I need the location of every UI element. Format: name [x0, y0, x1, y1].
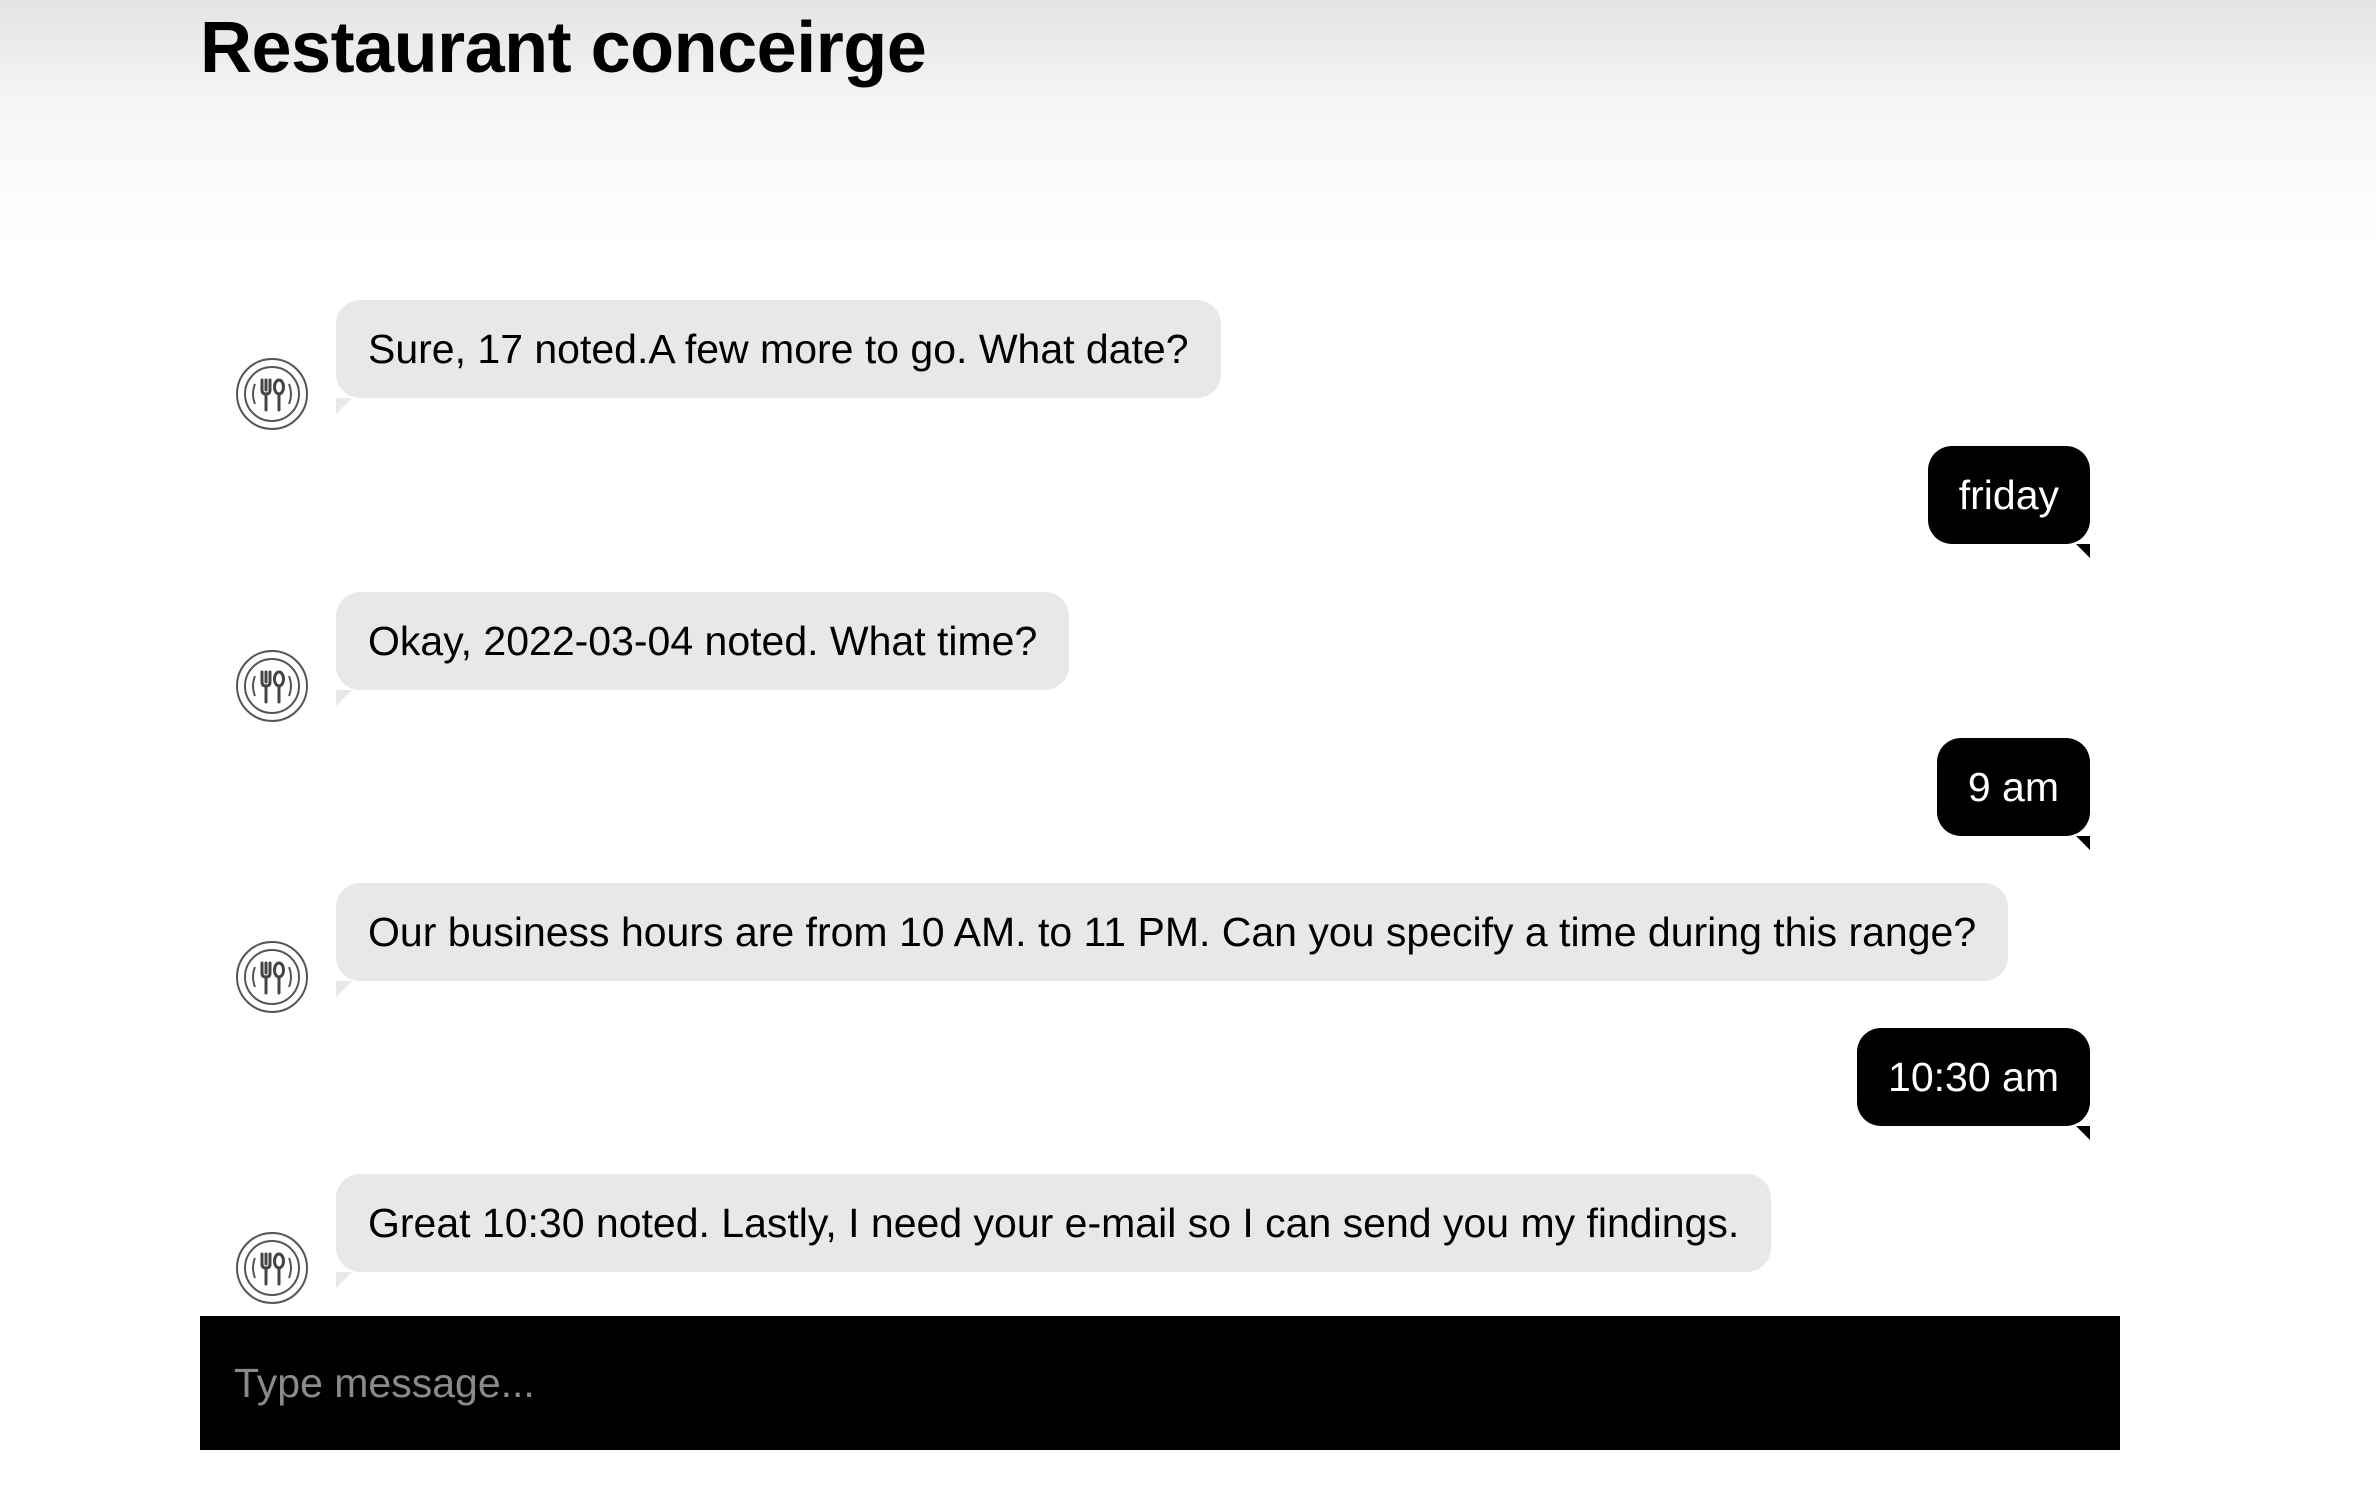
message-input[interactable]	[200, 1316, 2120, 1450]
bot-message-bubble: Great 10:30 noted. Lastly, I need your e…	[336, 1174, 1772, 1288]
user-message: friday	[1927, 446, 2091, 558]
fork-spoon-icon	[244, 366, 300, 422]
restaurant-avatar	[236, 650, 308, 722]
user-message-bubble: 9 am	[1936, 738, 2091, 850]
restaurant-avatar	[236, 941, 308, 1013]
fork-spoon-icon	[244, 1240, 300, 1296]
user-message: 9 am	[1936, 738, 2091, 850]
fork-spoon-icon	[244, 949, 300, 1005]
user-message-bubble: 10:30 am	[1857, 1028, 2090, 1140]
user-message-bubble: friday	[1927, 446, 2091, 558]
restaurant-avatar	[236, 358, 308, 430]
page-title: Restaurant conceirge	[200, 8, 927, 88]
fork-spoon-icon	[244, 658, 300, 714]
bot-message-bubble: Sure, 17 noted.A few more to go. What da…	[336, 300, 1221, 414]
restaurant-avatar	[236, 1232, 308, 1304]
bot-message-bubble: Okay, 2022-03-04 noted. What time?	[336, 592, 1070, 706]
message-composer	[200, 1316, 2120, 1450]
user-message: 10:30 am	[1857, 1028, 2090, 1140]
bot-message-bubble: Our business hours are from 10 AM. to 11…	[336, 883, 2009, 997]
